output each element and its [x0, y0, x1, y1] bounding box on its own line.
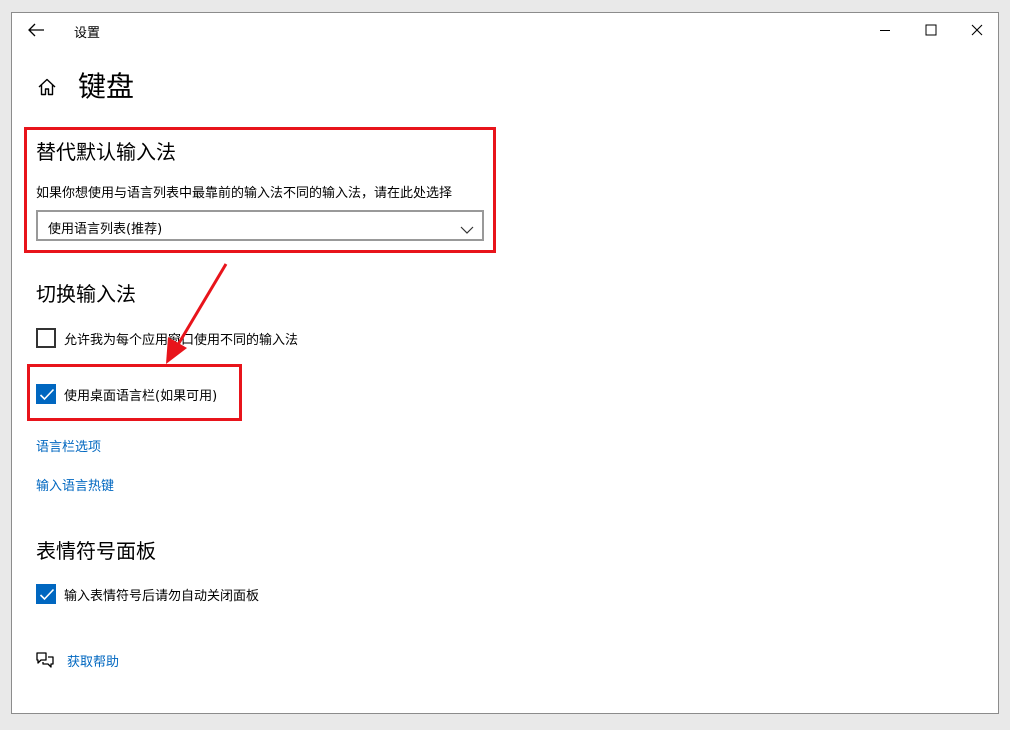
annotation-arrow-icon	[166, 263, 228, 364]
